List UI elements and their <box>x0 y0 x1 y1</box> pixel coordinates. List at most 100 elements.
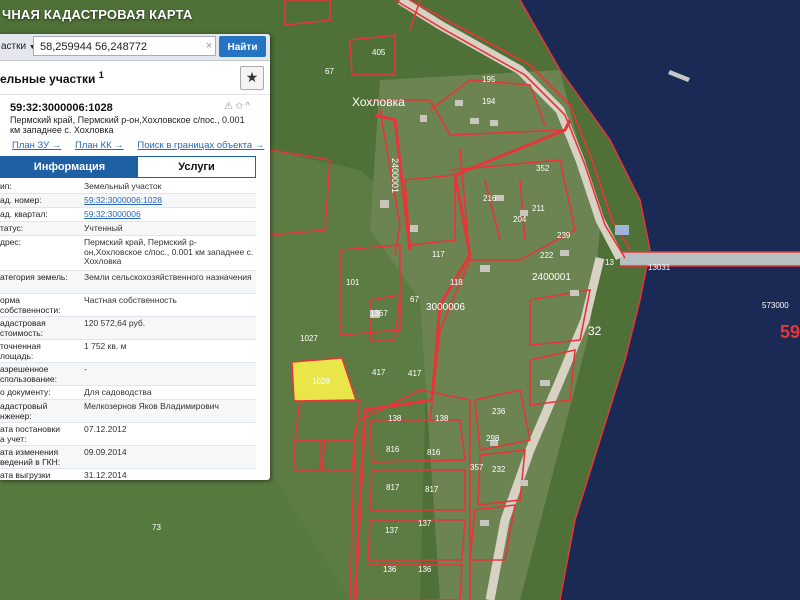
attribute-row: о документу: Для садоводства <box>0 386 256 400</box>
map-label: 67 <box>325 67 334 76</box>
layer-header: ельные участки 1 ★ <box>0 62 270 95</box>
attribute-row: дрес: Пермский край, Пермский р-он,Хохлов… <box>0 236 256 271</box>
search-button[interactable]: Найти <box>219 36 266 57</box>
attribute-key: атегория земель: <box>0 273 68 282</box>
star-icon: ★ <box>245 69 259 85</box>
attribute-value[interactable]: 59:32:3000006:1028 <box>84 195 254 206</box>
attribute-value: Земли сельскохозяйственного назначения <box>84 272 252 282</box>
search-type-dropdown[interactable]: астки ▼ <box>0 36 36 58</box>
attribute-key: ип: <box>0 182 12 191</box>
map-label: 417 <box>372 368 386 377</box>
map-label: 73 <box>152 523 161 532</box>
map-label: 204 <box>513 215 527 224</box>
attribute-value: 09.09.2014 <box>84 447 127 457</box>
map-label: 573000 <box>762 301 789 310</box>
attribute-key: ад. квартал: <box>0 210 48 219</box>
map-label: 13031 <box>648 263 671 272</box>
attribute-row: азрешенное спользование: - <box>0 363 256 386</box>
map-label: 67 <box>410 295 419 304</box>
map-label: 417 <box>408 369 422 378</box>
attribute-key: ад. номер: <box>0 196 42 205</box>
map-label: 138 <box>435 414 449 423</box>
map-label: 298 <box>486 434 500 443</box>
attribute-value: 31.12.2014 <box>84 470 127 480</box>
attribute-row: ата постановки а учет: 07.12.2012 <box>0 423 256 446</box>
attribute-row: ип: Земельный участок <box>0 180 256 194</box>
attribute-value: - <box>84 364 87 374</box>
map-label: 405 <box>372 48 386 57</box>
attribute-table: ип: Земельный участок ад. номер: 59:32:3000… <box>0 180 256 480</box>
map-label: 2400001 <box>390 158 400 193</box>
attribute-row: точненная лощадь: 1 752 кв. м <box>0 340 256 363</box>
map-label: 817 <box>425 485 439 494</box>
attribute-row: ата изменения ведений в ГКН: 09.09.2014 <box>0 446 256 469</box>
attribute-value: Частная собственность <box>84 295 177 305</box>
layer-footnote: 1 <box>98 70 104 80</box>
attribute-key: адастровая стоимость: <box>0 319 46 338</box>
attribute-row: орма собственности: Частная собственность <box>0 294 256 317</box>
map-label: 1028 <box>312 377 330 386</box>
map-label: 118 <box>450 278 463 287</box>
layer-title: ельные участки 1 <box>0 70 104 86</box>
map-label: 816 <box>427 448 441 457</box>
attribute-key: ата постановки а учет: <box>0 425 60 444</box>
map-label: 2400001 <box>532 272 571 283</box>
map-label: 137 <box>418 519 432 528</box>
search-in-bounds-link[interactable]: Поиск в границах объекта → <box>137 140 264 151</box>
info-panel: астки ▼ 58,259944 56,248772 × Найти ельн… <box>0 34 270 480</box>
tab-services[interactable]: Услуги <box>138 157 255 177</box>
map-label: 236 <box>492 407 506 416</box>
clear-icon[interactable]: × <box>202 36 216 56</box>
map-label: 195 <box>482 75 496 84</box>
map-label: 136 <box>383 565 397 574</box>
app-title: ЧНАЯ КАДАСТРОВАЯ КАРТА <box>2 7 193 22</box>
attribute-row: ад. номер: 59:32:3000006:1028 <box>0 194 256 208</box>
map-label: 1367 <box>370 309 388 318</box>
attribute-value: 1 752 кв. м <box>84 341 127 351</box>
attribute-row: ата выгрузки ведений из ГКН: 31.12.2014 <box>0 469 256 480</box>
map-label: 138 <box>388 414 402 423</box>
attribute-key: ата изменения ведений в ГКН: <box>0 448 61 467</box>
attribute-row: адастровый нженер: Мелкозернов Яков Влади… <box>0 400 256 423</box>
attribute-key: точненная лощадь: <box>0 342 41 361</box>
search-input[interactable]: 58,259944 56,248772 <box>33 36 216 56</box>
card-action-icons[interactable]: ⚠✩^ <box>224 101 252 112</box>
attribute-value: Мелкозернов Яков Владимирович <box>84 401 219 411</box>
map-label: 1027 <box>300 334 318 343</box>
attribute-key: татус: <box>0 224 24 233</box>
attribute-key: азрешенное спользование: <box>0 365 57 384</box>
layer-title-text: ельные участки <box>0 72 96 86</box>
tabs: Информация Услуги <box>0 156 256 178</box>
map-label: 59 <box>780 322 800 342</box>
attribute-key: адастровый нженер: <box>0 402 48 421</box>
attribute-value: Земельный участок <box>84 181 162 191</box>
map-label: 816 <box>386 445 400 454</box>
attribute-value[interactable]: 59:32:3000006 <box>84 209 254 220</box>
map-label: 222 <box>540 251 554 260</box>
map-label: 13 <box>605 258 614 267</box>
attribute-row: ад. квартал: 59:32:3000006 <box>0 208 256 222</box>
map-label: 817 <box>386 483 400 492</box>
map-label: 211 <box>532 204 545 213</box>
plan-kk-link[interactable]: План КК → <box>75 140 124 151</box>
map-label: 137 <box>385 526 399 535</box>
map-label: 101 <box>346 278 360 287</box>
dam-bridge <box>620 252 800 266</box>
attribute-value: Пермский край, Пермский р-он,Хохловское … <box>84 237 254 266</box>
attribute-value: Для садоводства <box>84 387 152 397</box>
attribute-value: 120 572,64 руб. <box>84 318 146 328</box>
attribute-value: 07.12.2012 <box>84 424 127 434</box>
plan-zu-link[interactable]: План ЗУ → <box>12 140 61 151</box>
attribute-value: Учтенный <box>84 223 123 233</box>
attribute-row: татус: Учтенный <box>0 222 256 236</box>
map-label: 32 <box>588 324 602 338</box>
attribute-key: дрес: <box>0 238 22 247</box>
attribute-key: о документу: <box>0 388 51 397</box>
tab-information[interactable]: Информация <box>1 157 138 177</box>
map-label: 239 <box>557 231 571 240</box>
parcel-id: 59:32:3000006:1028 <box>10 102 113 114</box>
map-label: 3000006 <box>426 302 465 313</box>
attribute-key: ата выгрузки ведений из ГКН: <box>0 471 64 480</box>
attribute-key: орма собственности: <box>0 296 61 315</box>
favorite-star-button[interactable]: ★ <box>240 66 264 90</box>
